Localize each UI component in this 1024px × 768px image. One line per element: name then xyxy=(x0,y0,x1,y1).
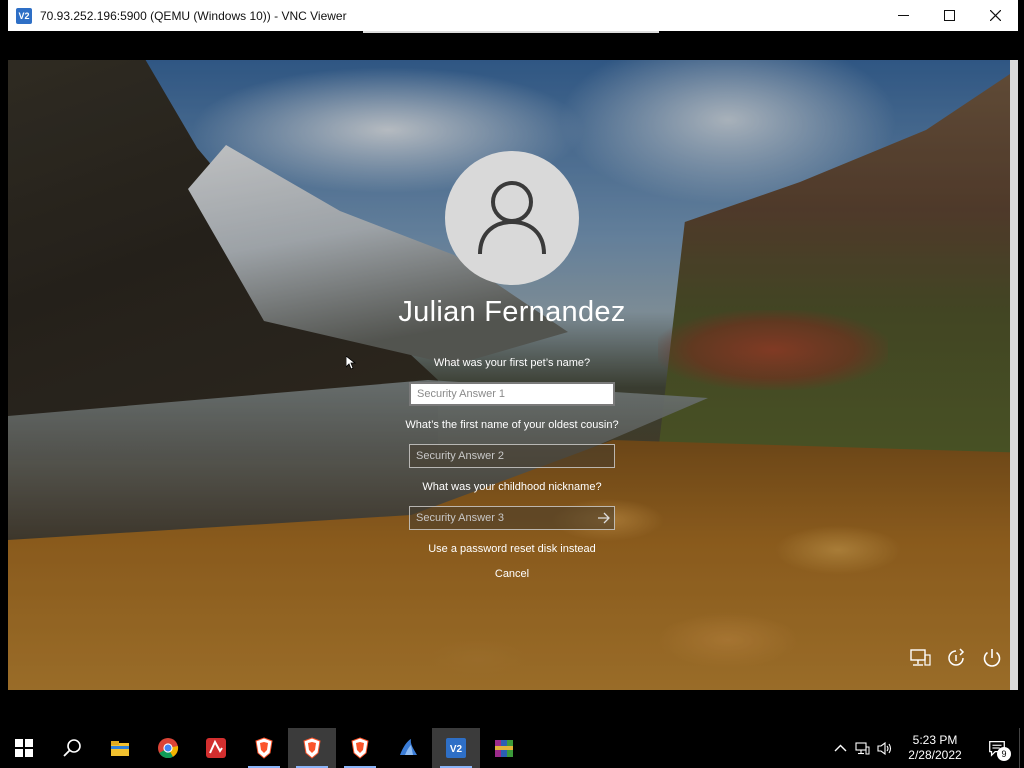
brave-icon xyxy=(255,737,273,759)
power-icon xyxy=(983,649,1001,667)
taskbar-file-explorer[interactable] xyxy=(96,728,144,768)
search-button[interactable] xyxy=(48,728,96,768)
taskbar-clock[interactable]: 5:23 PM 2/28/2022 xyxy=(895,733,975,763)
ease-of-access-icon xyxy=(948,648,965,666)
security-answer-1-input[interactable] xyxy=(409,382,615,406)
taskbar-winrar[interactable] xyxy=(480,728,528,768)
brave-icon xyxy=(351,737,369,759)
user-icon xyxy=(478,181,546,255)
window-controls xyxy=(880,0,1018,31)
vnc-toolbar-handle[interactable] xyxy=(363,31,659,33)
windows-logo-icon xyxy=(15,739,33,757)
taskbar-chrome[interactable] xyxy=(144,728,192,768)
lock-screen-corner-icons xyxy=(908,646,1004,670)
notification-count-badge: 9 xyxy=(997,747,1011,761)
user-name: Julian Fernandez xyxy=(398,296,626,328)
user-avatar xyxy=(445,151,579,285)
speaker-icon xyxy=(876,741,891,755)
system-tray: 5:23 PM 2/28/2022 9 xyxy=(829,728,1024,768)
tray-volume-button[interactable] xyxy=(873,728,895,768)
remote-desktop-view[interactable]: Julian Fernandez What was your first pet… xyxy=(8,60,1016,690)
chrome-icon xyxy=(158,738,179,759)
maximize-button[interactable] xyxy=(926,0,972,31)
arrow-right-icon xyxy=(598,512,610,524)
avira-icon xyxy=(206,738,226,758)
security-answer-2-input[interactable] xyxy=(409,444,615,468)
taskbar-bird-app[interactable] xyxy=(384,728,432,768)
vnc-viewer-icon: V2 xyxy=(446,738,466,758)
taskbar-brave-2[interactable] xyxy=(288,728,336,768)
close-icon xyxy=(989,10,1001,21)
security-question-1: What was your first pet’s name? xyxy=(433,357,591,369)
cancel-link[interactable]: Cancel xyxy=(312,568,712,580)
show-hidden-icons-button[interactable] xyxy=(829,728,851,768)
window-title: 70.93.252.196:5900 (QEMU (Windows 10)) -… xyxy=(40,8,347,23)
taskbar-vnc-viewer[interactable]: V2 xyxy=(432,728,480,768)
close-button[interactable] xyxy=(972,0,1018,31)
brave-icon xyxy=(303,737,321,759)
clock-time: 5:23 PM xyxy=(912,733,958,747)
action-center-button[interactable]: 9 xyxy=(975,728,1019,768)
minimize-icon xyxy=(897,15,909,16)
taskbar-brave-3[interactable] xyxy=(336,728,384,768)
minimize-button[interactable] xyxy=(880,0,926,31)
mouse-cursor-icon xyxy=(346,356,356,370)
network-icon xyxy=(854,741,869,754)
security-question-3: What was your childhood nickname? xyxy=(422,481,602,493)
clock-date: 2/28/2022 xyxy=(908,748,962,762)
ease-of-access-button[interactable] xyxy=(944,646,968,670)
windows-taskbar: V2 5:23 PM 2/28/2022 9 xyxy=(0,728,1024,768)
file-explorer-icon xyxy=(111,741,129,756)
security-answer-3-input[interactable] xyxy=(409,506,615,530)
show-desktop-button[interactable] xyxy=(1019,728,1024,768)
chevron-up-icon xyxy=(834,744,846,751)
start-button[interactable] xyxy=(0,728,48,768)
tray-network-button[interactable] xyxy=(851,728,873,768)
svg-text:V2: V2 xyxy=(450,744,463,755)
screen: V2 70.93.252.196:5900 (QEMU (Windows 10)… xyxy=(0,0,1024,768)
taskbar-brave-1[interactable] xyxy=(240,728,288,768)
search-icon xyxy=(63,739,81,757)
maximize-icon xyxy=(943,10,955,21)
security-questions-panel: Julian Fernandez What was your first pet… xyxy=(8,60,1016,690)
network-button[interactable] xyxy=(908,646,932,670)
submit-answers-button[interactable] xyxy=(593,506,615,530)
bird-app-icon xyxy=(400,739,417,755)
window-titlebar[interactable]: V2 70.93.252.196:5900 (QEMU (Windows 10)… xyxy=(8,0,1018,31)
vnc-logo-icon: V2 xyxy=(16,7,32,24)
vnc-scroll-edge[interactable] xyxy=(1010,60,1018,690)
network-icon xyxy=(910,649,931,666)
winrar-icon xyxy=(495,740,513,757)
taskbar-avira[interactable] xyxy=(192,728,240,768)
security-question-2: What’s the first name of your oldest cou… xyxy=(405,419,619,431)
reset-disk-link[interactable]: Use a password reset disk instead xyxy=(312,543,712,555)
vnc-viewer-window: V2 70.93.252.196:5900 (QEMU (Windows 10)… xyxy=(8,0,1018,728)
power-button[interactable] xyxy=(980,646,1004,670)
